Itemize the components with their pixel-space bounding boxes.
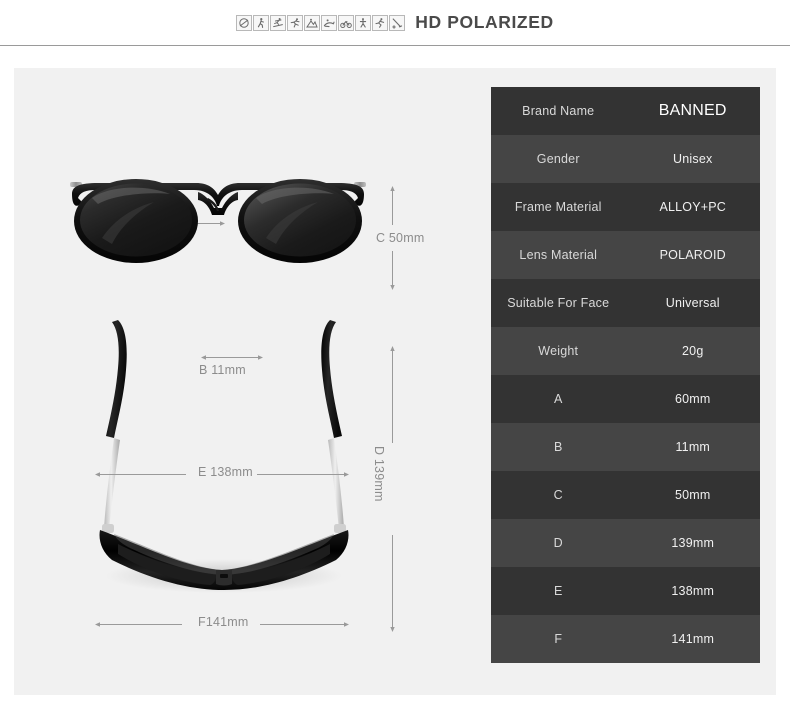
dimension-arrow-d (389, 345, 396, 633)
spec-label: D (553, 536, 563, 550)
spec-label: Suitable For Face (507, 296, 610, 310)
spec-value: 11mm (675, 440, 711, 454)
header-content: HD POLARIZED (0, 0, 790, 45)
table-row: Lens Material POLAROID (491, 231, 760, 279)
dimension-label-d: D 139mm (372, 446, 386, 502)
spec-label: Brand Name (522, 104, 595, 118)
spec-label: Gender (536, 152, 580, 166)
table-row: Frame Material ALLOY+PC (491, 183, 760, 231)
page-header: HD POLARIZED (0, 0, 790, 46)
spec-label: B (553, 440, 563, 454)
spec-label: Frame Material (514, 200, 602, 214)
sun-icon (236, 14, 253, 31)
table-row: E 138mm (491, 567, 760, 615)
sunglasses-bottom-view (74, 318, 374, 608)
spec-value: Unisex (673, 152, 713, 166)
page-title: HD POLARIZED (415, 12, 554, 32)
specification-table: Brand Name BANNED Gender Unisex Frame Ma… (491, 87, 760, 663)
walking-icon (253, 14, 270, 31)
table-row: Brand Name BANNED (491, 87, 760, 135)
cycling-icon (338, 14, 355, 31)
spec-value: ALLOY+PC (659, 200, 727, 214)
spec-value: 60mm (674, 392, 711, 406)
table-row: Suitable For Face Universal (491, 279, 760, 327)
sport-icon-strip (236, 14, 406, 31)
spec-label: Weight (538, 344, 579, 358)
climbing-icon (304, 14, 321, 31)
dimension-label-e: E 138mm (198, 465, 253, 479)
table-row: C 50mm (491, 471, 760, 519)
diagram-column: A 60mm (14, 68, 484, 695)
dimension-label-c: C 50mm (376, 231, 425, 245)
table-row: Weight 20g (491, 327, 760, 375)
table-row: D 139mm (491, 519, 760, 567)
fishing-icon (321, 14, 338, 31)
skiing-icon (270, 14, 287, 31)
table-row: B 11mm (491, 423, 760, 471)
hiking-icon (355, 14, 372, 31)
spec-value: BANNED (658, 102, 727, 119)
spec-label: E (553, 584, 563, 598)
content-panel: A 60mm (14, 68, 776, 695)
skating-icon (372, 14, 389, 31)
table-row: Gender Unisex (491, 135, 760, 183)
spec-label: C (553, 488, 563, 502)
spec-value: Universal (665, 296, 720, 310)
dimension-label-f: F141mm (198, 615, 249, 629)
spec-value: 141mm (671, 632, 715, 646)
sunglasses-front-view (58, 168, 378, 288)
running-icon (287, 14, 304, 31)
table-row: A 60mm (491, 375, 760, 423)
spec-label: Lens Material (519, 248, 598, 262)
spec-label: A (553, 392, 563, 406)
table-row: F 141mm (491, 615, 760, 663)
spec-value: POLAROID (659, 248, 726, 262)
spec-value: 50mm (674, 488, 711, 502)
spec-value: 20g (682, 344, 704, 358)
spec-value: 139mm (671, 536, 715, 550)
spec-value: 138mm (671, 584, 715, 598)
golf-icon (389, 14, 406, 31)
header-divider (0, 45, 790, 46)
spec-label: F (554, 632, 563, 646)
